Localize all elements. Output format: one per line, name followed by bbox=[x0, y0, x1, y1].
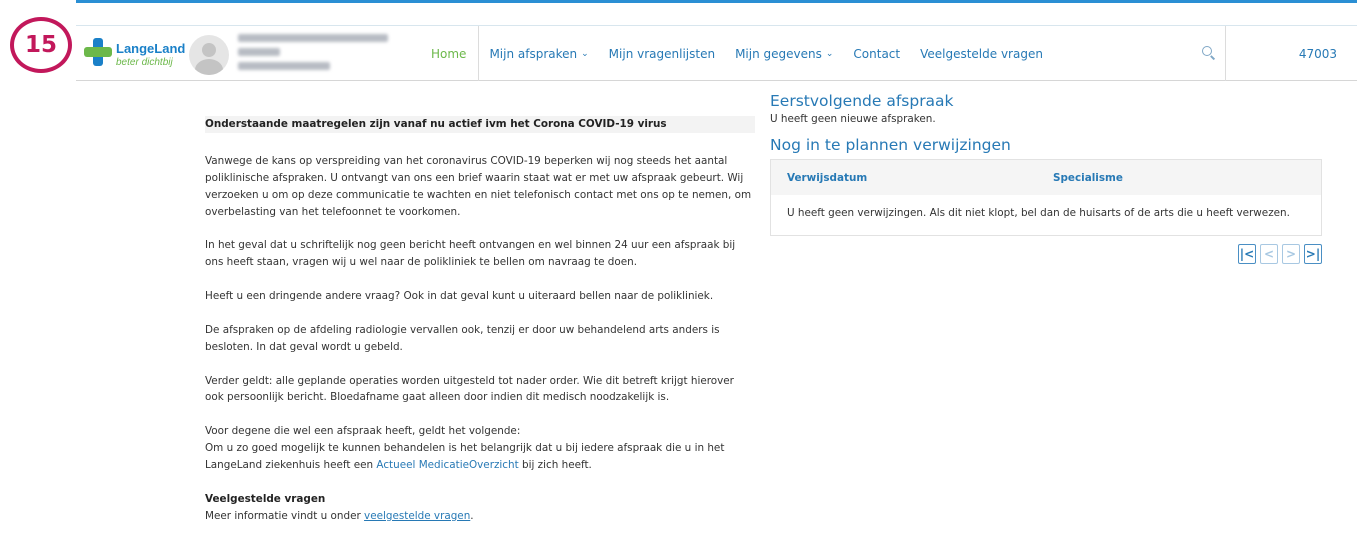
step-number: 15 bbox=[24, 32, 57, 58]
nav-mijn-vragenlijsten[interactable]: Mijn vragenlijsten bbox=[599, 26, 725, 81]
notice-paragraph-5: Verder geldt: alle geplande operaties wo… bbox=[205, 374, 734, 404]
referrals-empty-row: U heeft geen verwijzingen. Als dit niet … bbox=[787, 207, 1290, 219]
user-info-redacted bbox=[238, 34, 388, 76]
faq-text-end: . bbox=[470, 509, 474, 522]
notice-title: Onderstaande maatregelen zijn vanaf nu a… bbox=[205, 116, 755, 133]
prev-page-button[interactable]: < bbox=[1260, 244, 1278, 264]
brand-logo[interactable]: LangeLand beter dichtbij bbox=[84, 38, 186, 72]
notice-paragraph-3: Heeft u een dringende andere vraag? Ook … bbox=[205, 290, 714, 303]
faq-text-label: Meer informatie vindt u onder bbox=[205, 509, 361, 522]
brand-name: LangeLand bbox=[116, 41, 186, 56]
referrals-table-header: Verwijsdatum Specialisme bbox=[771, 160, 1321, 195]
nav-mijn-gegevens[interactable]: Mijn gegevens ⌄ bbox=[725, 26, 843, 81]
notice-paragraph-2: In het geval dat u schriftelijk nog geen… bbox=[205, 239, 736, 269]
medicatie-overzicht-link[interactable]: Actueel MedicatieOverzicht bbox=[376, 459, 518, 471]
column-verwijsdatum[interactable]: Verwijsdatum bbox=[771, 172, 1053, 184]
next-page-button[interactable]: > bbox=[1282, 244, 1300, 264]
corona-notice: Onderstaande maatregelen zijn vanaf nu a… bbox=[205, 116, 755, 525]
notice-paragraph-6-line1: Voor degene die wel een afspraak heeft, … bbox=[205, 425, 521, 438]
notice-paragraph-1: Vanwege de kans op verspreiding van het … bbox=[205, 155, 752, 218]
faq-text: Meer informatie vindt u onder veelgestel… bbox=[205, 508, 755, 525]
site-header: LangeLand beter dichtbij Home Mijn afspr… bbox=[76, 26, 1357, 81]
next-appointment-heading: Eerstvolgende afspraak bbox=[770, 92, 954, 110]
notice-paragraph-6-end: bij zich heeft. bbox=[522, 458, 592, 471]
chevron-down-icon: ⌄ bbox=[825, 48, 834, 59]
notice-paragraph-4: De afspraken op de afdeling radiologie v… bbox=[205, 323, 720, 353]
nav-contact[interactable]: Contact bbox=[843, 26, 910, 81]
pagination: |< < > >| bbox=[770, 244, 1322, 264]
user-id[interactable]: 47003 bbox=[1299, 26, 1337, 81]
column-specialisme[interactable]: Specialisme bbox=[1053, 172, 1123, 184]
top-accent-bar bbox=[76, 0, 1357, 3]
notice-paragraph-6: Voor degene die wel een afspraak heeft, … bbox=[205, 423, 755, 474]
user-avatar-icon[interactable] bbox=[189, 35, 229, 75]
main-nav: Home Mijn afspraken ⌄ Mijn vragenlijsten … bbox=[421, 26, 1053, 81]
referrals-table: Verwijsdatum Specialisme U heeft geen ve… bbox=[770, 159, 1322, 236]
brand-tagline: beter dichtbij bbox=[116, 57, 173, 68]
header-divider bbox=[1225, 26, 1226, 81]
referrals-heading: Nog in te plannen verwijzingen bbox=[770, 136, 1011, 154]
faq-heading: Veelgestelde vragen bbox=[205, 492, 326, 505]
nav-mijn-afspraken[interactable]: Mijn afspraken ⌄ bbox=[479, 26, 598, 81]
nav-mijn-afspraken-label: Mijn afspraken bbox=[489, 46, 578, 61]
first-page-button[interactable]: |< bbox=[1238, 244, 1256, 264]
step-number-badge: 15 bbox=[10, 17, 72, 73]
chevron-down-icon: ⌄ bbox=[581, 48, 589, 59]
nav-veelgestelde-vragen[interactable]: Veelgestelde vragen bbox=[910, 26, 1053, 81]
side-panel: Eerstvolgende afspraak U heeft geen nieu… bbox=[770, 92, 1322, 264]
logo-cross-icon bbox=[84, 38, 112, 66]
faq-link[interactable]: veelgestelde vragen bbox=[364, 510, 470, 522]
next-appointment-empty: U heeft geen nieuwe afspraken. bbox=[770, 113, 936, 125]
nav-home[interactable]: Home bbox=[421, 26, 480, 81]
last-page-button[interactable]: >| bbox=[1304, 244, 1322, 264]
search-icon[interactable] bbox=[1202, 46, 1216, 60]
nav-mijn-gegevens-label: Mijn gegevens bbox=[735, 46, 822, 61]
